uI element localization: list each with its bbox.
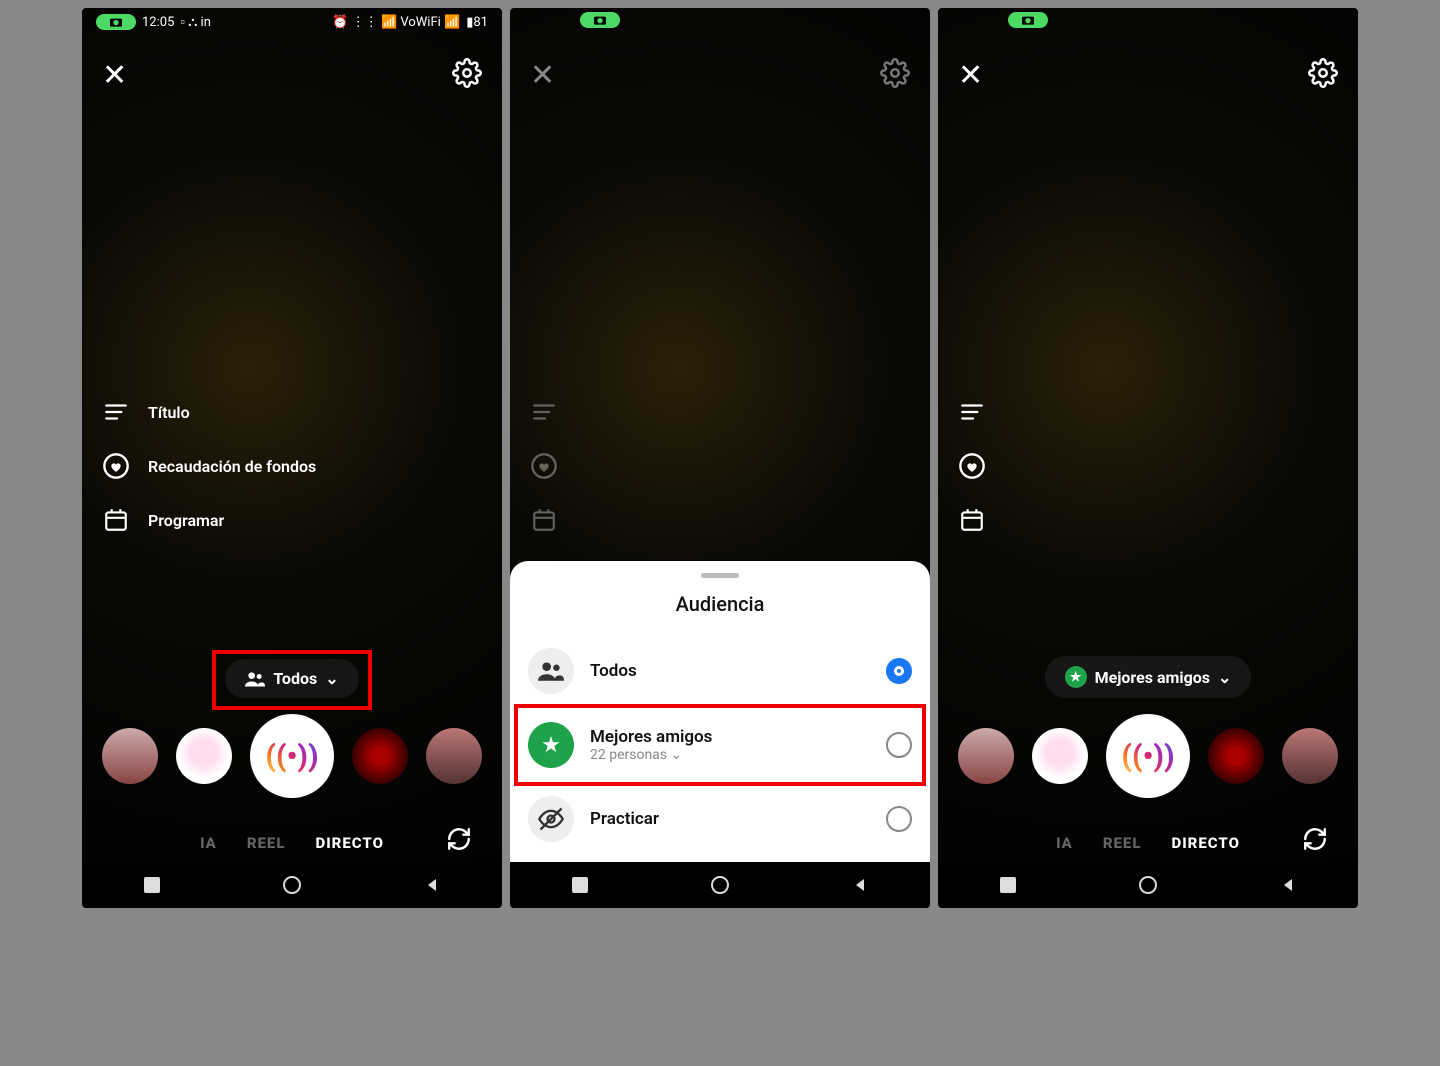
- nav-recent[interactable]: [997, 874, 1019, 896]
- option-label: Todos: [590, 661, 870, 681]
- audience-option-todos[interactable]: Todos: [510, 634, 930, 708]
- sheet-drag-handle[interactable]: [701, 573, 739, 578]
- effect-thumb[interactable]: [102, 728, 158, 784]
- title-label: Título: [148, 403, 190, 422]
- camera-active-pill: [96, 14, 136, 30]
- close-button[interactable]: ✕: [102, 58, 127, 93]
- audience-option-best-friends[interactable]: ★ Mejores amigos 22 personas ⌄: [510, 708, 930, 782]
- star-badge-icon: ★: [1065, 666, 1087, 688]
- camera-active-pill: [1008, 12, 1048, 28]
- phone-screen-1: 12:05 ▫ ⛬ in ⏰ ⋮⋮ 📶 VoWiFi 📶 ▮81 ✕ Títul…: [82, 8, 502, 908]
- lines-icon: [958, 398, 986, 426]
- live-broadcast-icon: ((•)): [265, 739, 318, 774]
- effects-carousel[interactable]: ((•)): [938, 714, 1358, 798]
- status-right-icons: ⏰ ⋮⋮ 📶 VoWiFi 📶 ▮81: [332, 15, 488, 30]
- settings-gear-icon[interactable]: [880, 58, 910, 93]
- effect-thumb[interactable]: [176, 728, 232, 784]
- nav-recent[interactable]: [569, 874, 591, 896]
- tab-reel[interactable]: REEL: [247, 834, 286, 852]
- flip-camera-icon[interactable]: [1302, 826, 1328, 852]
- option-label: Practicar: [590, 809, 870, 829]
- status-apps-icon: ▫ ⛬ in: [180, 14, 211, 30]
- effect-thumb[interactable]: [1282, 728, 1338, 784]
- audience-option-practice[interactable]: Practicar: [510, 782, 930, 856]
- tutorial-highlight-box: [514, 704, 926, 786]
- radio-selected[interactable]: [886, 658, 912, 684]
- android-nav-bar: [938, 862, 1358, 908]
- status-time: 12:05: [142, 15, 174, 30]
- go-live-shutter[interactable]: ((•)): [1106, 714, 1190, 798]
- chevron-down-icon: ⌄: [1218, 668, 1231, 687]
- tab-directo[interactable]: DIRECTO: [315, 834, 383, 852]
- tab-reel[interactable]: REEL: [1103, 834, 1142, 852]
- audience-pill-label: Mejores amigos: [1095, 668, 1210, 687]
- tab-historia[interactable]: IA: [1056, 834, 1073, 852]
- go-live-shutter[interactable]: ((•)): [250, 714, 334, 798]
- phone-screen-3: ✕ ★ Mejores amigos ⌄: [938, 8, 1358, 908]
- android-status-bar: [938, 8, 1358, 36]
- nav-home[interactable]: [1137, 874, 1159, 896]
- nav-home[interactable]: [281, 874, 303, 896]
- android-nav-bar: [82, 862, 502, 908]
- nav-back[interactable]: [849, 874, 871, 896]
- android-status-bar: 12:05 ▫ ⛬ in ⏰ ⋮⋮ 📶 VoWiFi 📶 ▮81: [82, 8, 502, 36]
- effect-thumb[interactable]: [958, 728, 1014, 784]
- sheet-title: Audiencia: [510, 592, 930, 616]
- fundraiser-option[interactable]: [958, 452, 986, 480]
- title-option: [530, 398, 558, 426]
- audience-selector-pill[interactable]: ★ Mejores amigos ⌄: [1045, 656, 1252, 698]
- close-button[interactable]: ✕: [530, 58, 555, 93]
- nav-recent[interactable]: [141, 874, 163, 896]
- heart-circle-icon: [958, 452, 986, 480]
- nav-back[interactable]: [1277, 874, 1299, 896]
- flip-camera-icon[interactable]: [446, 826, 472, 852]
- effect-thumb[interactable]: [1208, 728, 1264, 784]
- heart-circle-icon: [102, 452, 130, 480]
- schedule-option: [530, 506, 558, 534]
- calendar-icon: [530, 506, 558, 534]
- effect-thumb[interactable]: [426, 728, 482, 784]
- battery-indicator: ▮81: [466, 15, 488, 30]
- effect-thumb[interactable]: [352, 728, 408, 784]
- live-broadcast-icon: ((•)): [1121, 739, 1174, 774]
- camera-mode-tabs: IA REEL DIRECTO: [82, 834, 502, 852]
- camera-mode-tabs: IA REEL DIRECTO: [938, 834, 1358, 852]
- fundraiser-label: Recaudación de fondos: [148, 457, 316, 476]
- calendar-icon: [102, 506, 130, 534]
- tab-historia[interactable]: IA: [200, 834, 217, 852]
- tutorial-highlight-box: [212, 650, 372, 710]
- camera-active-pill: [580, 12, 620, 28]
- android-nav-bar: [510, 862, 930, 908]
- close-button[interactable]: ✕: [958, 58, 983, 93]
- title-option[interactable]: [958, 398, 986, 426]
- phone-screen-2: ✕ Audiencia To: [510, 8, 930, 908]
- lines-icon: [530, 398, 558, 426]
- settings-gear-icon[interactable]: [1308, 58, 1338, 93]
- radio-unselected[interactable]: [886, 806, 912, 832]
- people-icon: [528, 648, 574, 694]
- schedule-option[interactable]: Programar: [102, 506, 316, 534]
- heart-circle-icon: [530, 452, 558, 480]
- tab-directo[interactable]: DIRECTO: [1171, 834, 1239, 852]
- eye-off-icon: [528, 796, 574, 842]
- settings-gear-icon[interactable]: [452, 58, 482, 93]
- nav-back[interactable]: [421, 874, 443, 896]
- nav-home[interactable]: [709, 874, 731, 896]
- audience-bottom-sheet: Audiencia Todos ★ Mejores amigos 22 pers…: [510, 561, 930, 862]
- fundraiser-option[interactable]: Recaudación de fondos: [102, 452, 316, 480]
- calendar-icon: [958, 506, 986, 534]
- effects-carousel[interactable]: ((•)): [82, 714, 502, 798]
- schedule-label: Programar: [148, 511, 224, 530]
- lines-icon: [102, 398, 130, 426]
- effect-thumb[interactable]: [1032, 728, 1088, 784]
- android-status-bar: [510, 8, 930, 36]
- fundraiser-option: [530, 452, 558, 480]
- schedule-option[interactable]: [958, 506, 986, 534]
- title-option[interactable]: Título: [102, 398, 316, 426]
